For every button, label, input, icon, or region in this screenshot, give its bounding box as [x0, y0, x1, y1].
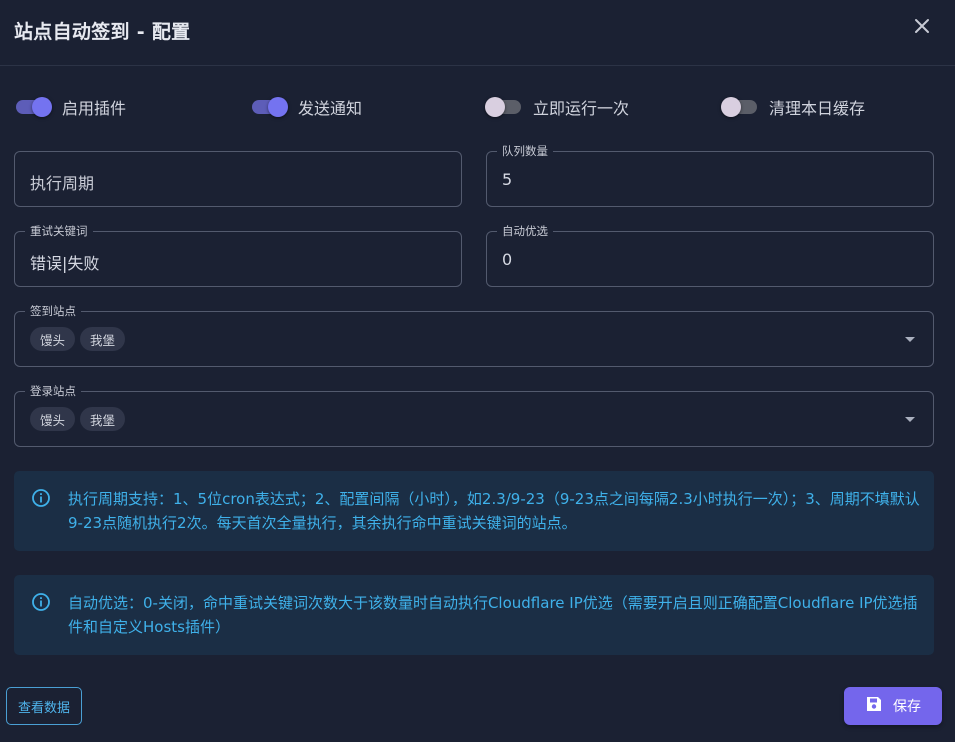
field-label: 登录站点	[25, 384, 81, 398]
field-label: 自动优选	[497, 224, 553, 238]
caret-down-icon[interactable]	[905, 337, 915, 342]
cron-field[interactable]: 执行周期	[14, 151, 462, 207]
field-value: 错误|失败	[30, 254, 100, 273]
retry-keywords-field[interactable]: 重试关键词 错误|失败	[14, 224, 462, 287]
toggle-switch[interactable]	[721, 95, 759, 119]
dialog-title: 站点自动签到 - 配置	[14, 21, 191, 43]
switch-send-notification[interactable]: 发送通知	[250, 95, 362, 119]
queue-count-field[interactable]: 队列数量 5	[486, 144, 934, 207]
info-icon	[31, 488, 51, 508]
switch-run-once[interactable]: 立即运行一次	[485, 95, 629, 119]
switch-label: 发送通知	[298, 99, 363, 118]
sign-sites-select[interactable]: 签到站点 馒头 我堡	[14, 304, 934, 367]
save-icon	[865, 695, 883, 717]
save-button[interactable]: 保存	[844, 687, 942, 725]
info-icon	[31, 592, 51, 612]
toggle-switch[interactable]	[485, 95, 523, 119]
toggle-switch[interactable]	[14, 95, 52, 119]
switch-label: 清理本日缓存	[769, 99, 866, 118]
dialog-header: 站点自动签到 - 配置	[0, 0, 955, 66]
site-chip[interactable]: 馒头	[30, 327, 76, 351]
auto-select-info-alert: 自动优选：0-关闭，命中重试关键词次数大于该数量时自动执行Cloudflare …	[14, 575, 934, 655]
field-label: 重试关键词	[25, 224, 93, 238]
field-label: 队列数量	[497, 144, 553, 158]
site-chip[interactable]: 我堡	[80, 407, 126, 431]
view-data-button[interactable]: 查看数据	[6, 687, 82, 725]
switch-clear-cache[interactable]: 清理本日缓存	[721, 95, 865, 119]
cron-placeholder: 执行周期	[30, 174, 95, 193]
close-icon[interactable]	[910, 14, 934, 38]
switch-enable-plugin[interactable]: 启用插件	[14, 95, 126, 119]
site-chip[interactable]: 我堡	[80, 327, 126, 351]
login-sites-select[interactable]: 登录站点 馒头 我堡	[14, 384, 934, 447]
switch-label: 启用插件	[62, 99, 127, 118]
field-value: 5	[502, 170, 513, 189]
field-label: 签到站点	[25, 304, 81, 318]
save-label: 保存	[893, 699, 921, 715]
alert-text: 自动优选：0-关闭，命中重试关键词次数大于该数量时自动执行Cloudflare …	[68, 594, 918, 636]
toggle-switch[interactable]	[250, 95, 288, 119]
caret-down-icon[interactable]	[905, 417, 915, 422]
field-value: 0	[502, 250, 513, 269]
site-chip[interactable]: 馒头	[30, 407, 76, 431]
auto-select-field[interactable]: 自动优选 0	[486, 224, 934, 287]
switch-label: 立即运行一次	[533, 99, 630, 118]
alert-text: 执行周期支持：1、5位cron表达式；2、配置间隔（小时），如2.3/9-23（…	[68, 490, 920, 532]
cron-info-alert: 执行周期支持：1、5位cron表达式；2、配置间隔（小时），如2.3/9-23（…	[14, 471, 934, 551]
